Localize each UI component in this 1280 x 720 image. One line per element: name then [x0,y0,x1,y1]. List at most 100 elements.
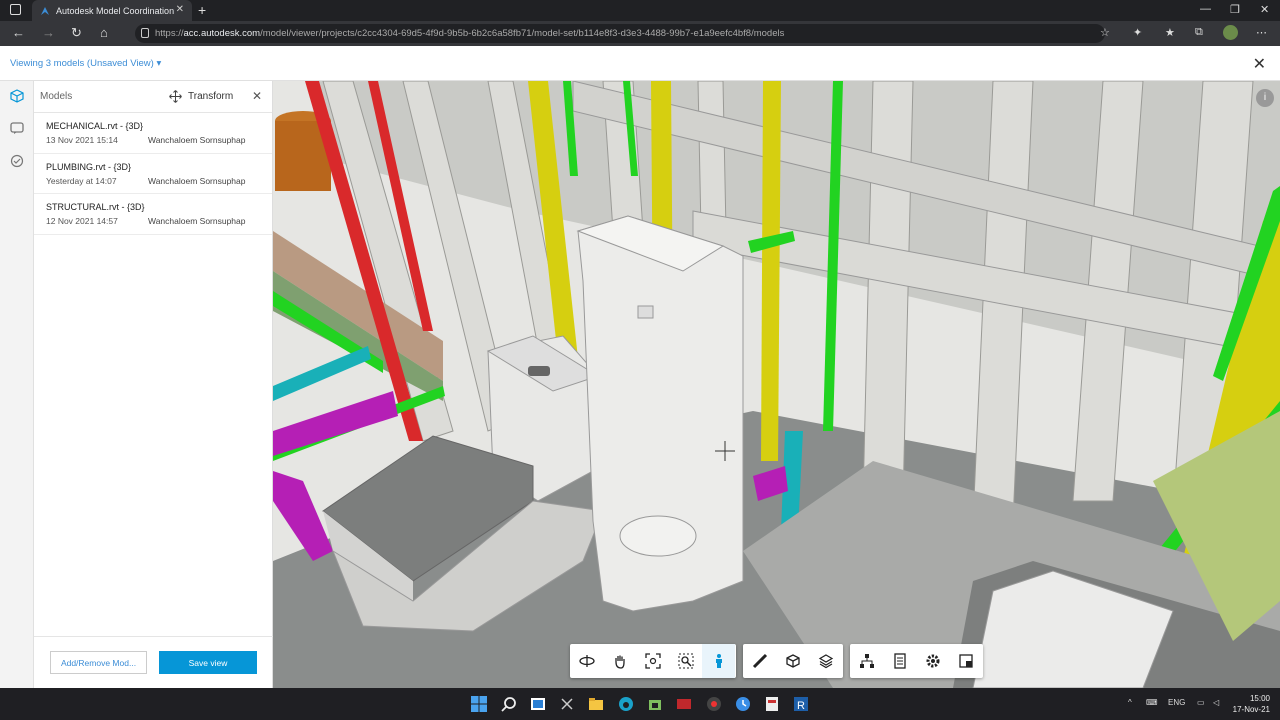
pan-button[interactable] [603,644,636,678]
new-tab-icon[interactable]: + [198,2,206,18]
list-item[interactable]: STRUCTURAL.rvt - {3D} 12 Nov 2021 14:57 … [34,194,272,235]
address-bar: ← → ↻ ⌂ https://acc.autodesk.com/model/v… [0,21,1280,46]
navigation-toolbar [570,644,736,678]
zoom-window-button[interactable] [669,644,702,678]
tab-close-icon[interactable]: ✕ [176,4,184,15]
model-name: MECHANICAL.rvt - {3D} [46,121,144,131]
fit-view-icon [644,653,661,669]
tray-chevron-icon[interactable]: ^ [1128,698,1132,707]
left-icon-strip [0,81,34,688]
model-date: Yesterday at 14:07 [46,175,117,186]
windows-taskbar: R ^ ⌨ ENG ▭ ◁ 15:00 17-Nov-21 [0,688,1280,720]
view-selector[interactable]: Viewing 3 models (Unsaved View) ▾ [10,58,161,69]
system-clock[interactable]: 15:00 17-Nov-21 [1233,693,1270,715]
move-icon [169,90,182,103]
back-icon[interactable]: ← [12,25,25,40]
first-person-button[interactable] [702,644,735,678]
fullscreen-icon [958,654,973,668]
forward-icon[interactable]: → [42,25,55,40]
measure-icon [752,653,767,669]
minimize-icon[interactable]: — [1200,3,1211,15]
tools-toolbar [743,644,843,678]
model-name: STRUCTURAL.rvt - {3D} [46,202,145,212]
svg-text:R: R [797,700,805,712]
checklist-icon[interactable] [10,154,24,168]
models-panel: Models Transform ✕ MECHANICAL.rvt - {3D}… [34,81,273,688]
app-red-icon[interactable] [676,696,692,712]
window-close-icon[interactable]: ✕ [1260,3,1269,16]
view-settings-toolbar [850,644,983,678]
lock-icon [141,28,149,38]
list-item[interactable]: PLUMBING.rvt - {3D} Yesterday at 14:07 W… [34,154,272,194]
file-explorer-icon[interactable] [588,696,604,712]
model-browser-button[interactable] [850,644,883,678]
document-app-icon[interactable] [764,696,780,712]
close-viewer-icon[interactable]: ✕ [1253,54,1266,74]
layers-button[interactable] [809,644,842,678]
store-icon[interactable] [647,696,663,712]
collections-icon[interactable]: ⧉ [1195,26,1207,38]
profile-avatar[interactable] [1223,25,1238,40]
browser-tab[interactable]: Autodesk Model Coordination ✕ [32,0,192,21]
favorite-star-icon[interactable]: ☆ [1100,26,1112,39]
app-header: Viewing 3 models (Unsaved View) ▾ ✕ [0,46,1280,81]
measure-button[interactable] [743,644,776,678]
menu-more-icon[interactable]: ⋯ [1256,26,1268,39]
restore-icon[interactable]: ❐ [1230,3,1240,16]
language-indicator[interactable]: ENG [1168,698,1185,707]
task-view-icon[interactable] [530,696,546,712]
list-item[interactable]: MECHANICAL.rvt - {3D} 13 Nov 2021 15:14 … [34,113,272,154]
volume-icon[interactable]: ◁ [1213,698,1219,707]
extensions-icon[interactable]: ✦ [1133,26,1145,39]
panel-footer: Add/Remove Mod... Save view [34,636,273,688]
orbit-icon [578,655,595,667]
home-icon[interactable]: ⌂ [100,25,108,40]
search-icon[interactable] [501,696,517,712]
3d-viewport[interactable]: i [273,81,1280,688]
issues-icon[interactable] [10,121,24,135]
transform-button[interactable]: Transform [169,90,233,103]
clock-date: 17-Nov-21 [1232,705,1270,714]
tab-title: Autodesk Model Coordination [56,5,175,16]
url-prefix: https:// [155,28,184,39]
revit-icon[interactable]: R [793,696,809,712]
section-box-button[interactable] [776,644,809,678]
chevron-down-icon: ▾ [156,58,162,69]
record-icon[interactable] [706,696,722,712]
snipping-tool-icon[interactable] [559,696,575,712]
network-icon[interactable]: ▭ [1197,698,1205,707]
url-field[interactable]: https://acc.autodesk.com/model/viewer/pr… [135,24,1105,43]
reload-icon[interactable]: ↻ [71,25,82,41]
models-tab[interactable]: Models [40,91,72,102]
edge-browser-icon[interactable] [618,696,634,712]
clock-app-icon[interactable] [735,696,751,712]
favorites-icon[interactable]: ★ [1165,26,1177,39]
model-date: 12 Nov 2021 14:57 [46,216,118,226]
model-browser-icon [859,654,874,668]
settings-icon [926,654,939,668]
keyboard-icon[interactable]: ⌨ [1146,698,1158,707]
workspaces-icon[interactable] [10,4,21,15]
properties-button[interactable] [883,644,916,678]
settings-button[interactable] [916,644,949,678]
save-view-button[interactable]: Save view [159,651,257,674]
info-icon[interactable]: i [1256,89,1274,107]
fit-view-button[interactable] [636,644,669,678]
fullscreen-button[interactable] [949,644,982,678]
models-cube-icon[interactable] [10,89,24,103]
start-icon[interactable] [471,696,487,712]
browser-tab-bar: Autodesk Model Coordination ✕ + — ❐ ✕ [0,0,1280,21]
orbit-button[interactable] [570,644,603,678]
panel-header: Models Transform ✕ [34,81,272,113]
layers-icon [818,654,833,669]
section-box-icon [785,654,800,668]
panel-close-icon[interactable]: ✕ [252,89,262,103]
properties-icon [893,653,906,669]
add-remove-models-button[interactable]: Add/Remove Mod... [50,651,147,674]
url-host: acc.autodesk.com [183,28,261,39]
model-date: 13 Nov 2021 15:14 [46,135,118,145]
autodesk-favicon-icon [41,6,49,15]
zoom-window-icon [678,653,693,669]
url-path: /model/viewer/projects/c2cc4304-69d5-4f9… [260,28,785,39]
model-user: Wanchaloem Sornsuphap [148,135,246,145]
